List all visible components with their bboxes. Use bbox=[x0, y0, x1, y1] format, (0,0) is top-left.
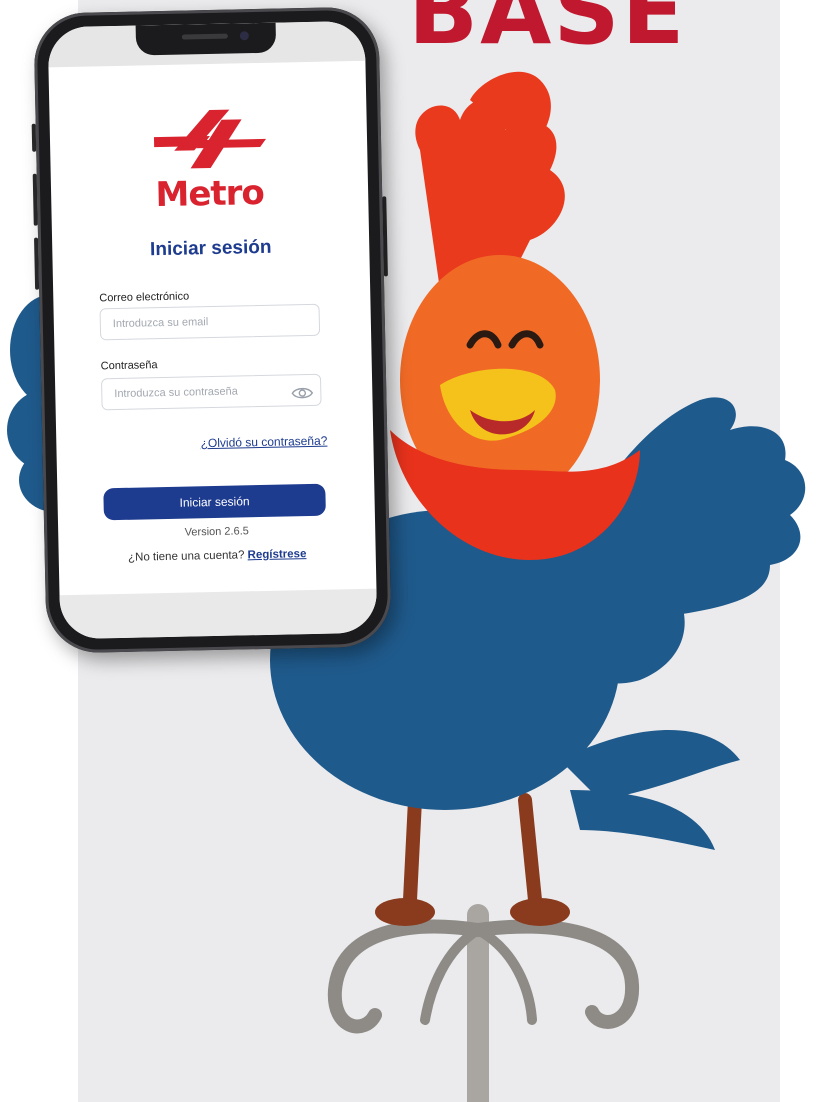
forgot-password-link[interactable]: ¿Olvidó su contraseña? bbox=[200, 434, 327, 451]
rooster-legs bbox=[403, 793, 542, 907]
login-title: Iniciar sesión bbox=[149, 236, 272, 261]
show-password-eye-icon[interactable] bbox=[291, 386, 314, 400]
email-input[interactable] bbox=[99, 303, 321, 341]
phone-notch bbox=[135, 22, 277, 56]
app-version-text: Version 2.6.5 bbox=[184, 525, 249, 539]
brand-wordmark: Metro bbox=[155, 172, 265, 216]
perch-stand bbox=[327, 904, 640, 1102]
register-link[interactable]: Regístrese bbox=[247, 548, 306, 561]
register-prompt-text: ¿No tiene una cuenta? bbox=[127, 549, 245, 564]
phone-mockup: Metro Iniciar sesión Correo electrónico … bbox=[31, 6, 392, 654]
screen-bottom-area bbox=[59, 588, 378, 640]
password-input[interactable] bbox=[100, 373, 322, 411]
email-label: Correo electrónico bbox=[99, 290, 190, 305]
earpiece-speaker bbox=[181, 33, 228, 40]
phone-screen: Metro Iniciar sesión Correo electrónico … bbox=[47, 20, 378, 640]
password-label: Contraseña bbox=[100, 359, 158, 373]
register-prompt-row: ¿No tiene una cuenta? Regístrese bbox=[59, 547, 376, 566]
rooster-tail bbox=[560, 730, 740, 850]
metro-logo-icon bbox=[153, 109, 267, 169]
front-camera bbox=[239, 31, 249, 41]
promo-stage: BASE Metro Iniciar sesión Correo electró… bbox=[0, 0, 817, 1102]
login-button[interactable]: Iniciar sesión bbox=[103, 483, 326, 521]
